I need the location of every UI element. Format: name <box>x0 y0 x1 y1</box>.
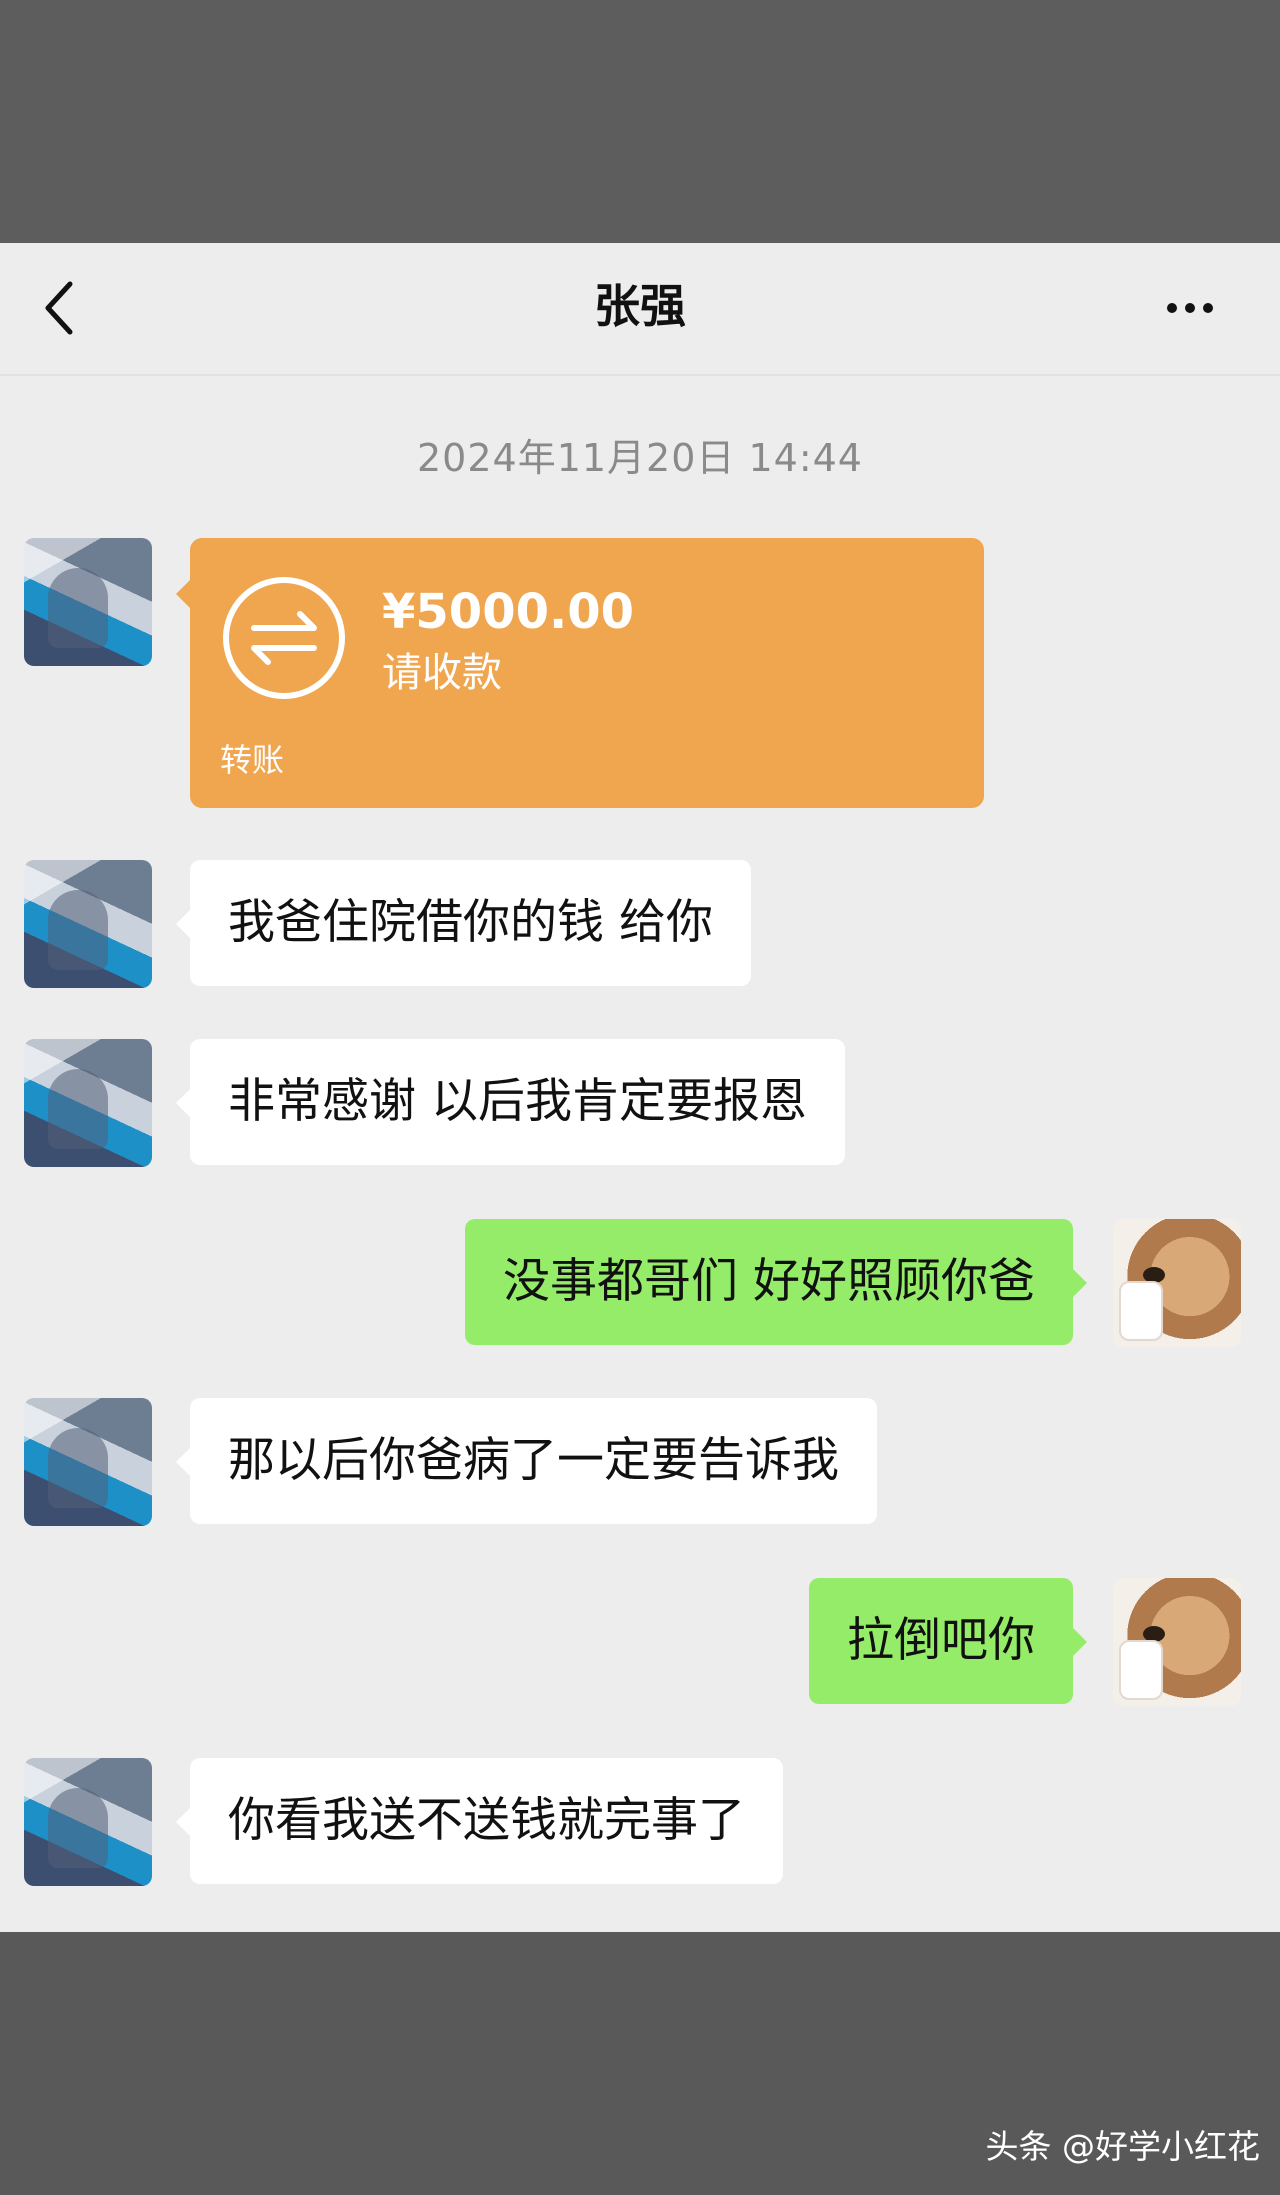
message-timestamp: 2024年11月20日 14:44 <box>416 436 863 480</box>
transfer-label: 转账 <box>220 741 285 779</box>
message-bubble-sent[interactable]: 拉倒吧你 <box>809 1578 1087 1704</box>
message-bubble-received[interactable]: 我爸住院借你的钱 给你 <box>176 860 751 986</box>
message-bubble-sent[interactable]: 没事都哥们 好好照顾你爸 <box>465 1219 1087 1345</box>
transfer-amount: ¥5000.00 <box>382 584 635 640</box>
user-avatar[interactable] <box>1113 1219 1241 1347</box>
top-letterbox <box>0 0 1280 243</box>
message-bubble-received[interactable]: 非常感谢 以后我肯定要报恩 <box>176 1039 845 1165</box>
chat-title: 张强 <box>594 279 686 333</box>
contact-avatar[interactable] <box>24 1039 152 1167</box>
contact-avatar[interactable] <box>24 1758 152 1886</box>
contact-avatar[interactable] <box>24 1398 152 1526</box>
contact-avatar[interactable] <box>24 538 152 666</box>
transfer-card[interactable]: ¥5000.00 请收款 转账 <box>176 538 984 808</box>
nav-bar: 张强 <box>0 243 1280 376</box>
chevron-left-icon <box>45 281 73 335</box>
transfer-status: 请收款 <box>382 650 502 696</box>
watermark-text: 头条 @好学小红花 <box>985 2127 1261 2166</box>
more-button[interactable] <box>1150 283 1230 333</box>
message-bubble-received[interactable]: 你看我送不送钱就完事了 <box>176 1758 783 1884</box>
contact-avatar[interactable] <box>24 860 152 988</box>
chat-screen: 张强 2024年11月20日 14:44 ¥5000.00 请收款 转账 我爸住… <box>0 243 1280 1932</box>
ellipsis-icon <box>1167 303 1177 313</box>
back-button[interactable] <box>28 273 88 343</box>
message-bubble-received[interactable]: 那以后你爸病了一定要告诉我 <box>176 1398 877 1524</box>
user-avatar[interactable] <box>1113 1578 1241 1706</box>
transfer-arrows-icon <box>223 577 345 699</box>
